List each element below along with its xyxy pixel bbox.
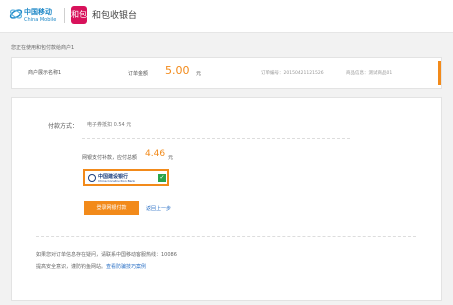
china-mobile-logo-cn: 中国移动 bbox=[24, 8, 52, 16]
china-mobile-logo-en: China Mobile bbox=[24, 17, 57, 23]
order-number: 订单编号：20150421121526 bbox=[261, 71, 324, 76]
check-icon: ✓ bbox=[158, 174, 166, 182]
payment-method-label: 付款方式： bbox=[48, 123, 79, 130]
security-note-text: 提高安全意识，谨防钓鱼网站。 bbox=[36, 264, 107, 270]
payment-method-value: 电子券抵扣 0.54 元 bbox=[87, 122, 132, 128]
help-note: 如果您对订单信息存在疑问，请联系中国移动客服热线：10086 bbox=[36, 252, 177, 258]
header-divider bbox=[64, 8, 65, 23]
china-mobile-logo: 中国移动 China Mobile bbox=[9, 5, 56, 27]
hebao-logo-icon: 和包 bbox=[71, 6, 87, 24]
order-card-accent bbox=[438, 61, 441, 85]
amount-due-value: 4.46 bbox=[145, 149, 166, 159]
merchant-name: 商户展示名称1 bbox=[28, 70, 62, 76]
bank-name-en: China Construction Bank bbox=[98, 179, 136, 183]
page-title: 和包收银台 bbox=[92, 11, 138, 21]
order-amount-label: 订单金额 bbox=[128, 71, 149, 77]
order-amount-unit: 元 bbox=[196, 71, 202, 77]
product-info: 商品信息：测试商品01 bbox=[346, 71, 393, 76]
online-banking-pay-button[interactable]: 登录网银付款 bbox=[84, 201, 139, 215]
order-amount-value: 5.00 bbox=[165, 64, 190, 77]
order-summary-card: 商户展示名称1 订单金额 5.00 元 订单编号：20150421121526 … bbox=[11, 57, 442, 89]
divider-line bbox=[36, 236, 416, 237]
payment-card: 付款方式： 电子券抵扣 0.54 元 网银支付补款，应付总额 4.46 元 中国… bbox=[11, 97, 442, 301]
header: 中国移动 China Mobile 和包 和包收银台 bbox=[0, 0, 453, 33]
china-mobile-swirl-icon bbox=[9, 9, 23, 19]
security-note: 提高安全意识，谨防钓鱼网站。查看防骗技巧案例 bbox=[36, 263, 146, 270]
amount-due-unit: 元 bbox=[168, 155, 174, 161]
divider-line bbox=[82, 138, 350, 139]
bank-option-ccb[interactable]: 中国建设银行 China Construction Bank ✓ bbox=[83, 169, 169, 186]
welcome-text: 您正在使用和包付款给商户1 bbox=[11, 45, 75, 51]
back-link[interactable]: 返回上一步 bbox=[146, 205, 171, 212]
anti-fraud-link[interactable]: 查看防骗技巧案例 bbox=[106, 264, 146, 270]
ccb-logo-icon bbox=[88, 174, 96, 182]
amount-due-label: 网银支付补款，应付总额 bbox=[82, 155, 138, 161]
